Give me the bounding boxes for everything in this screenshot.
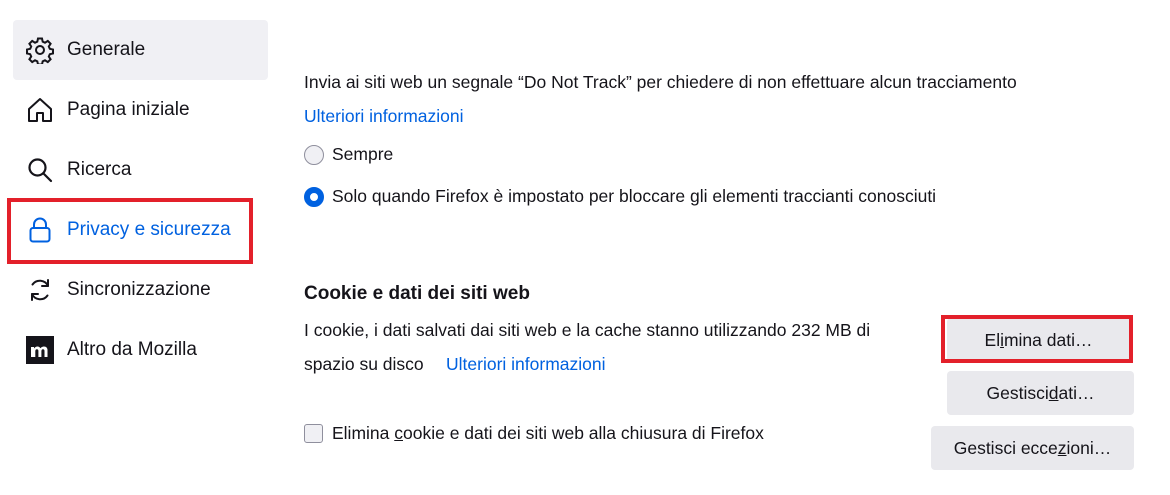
accesskey: z (1057, 437, 1067, 458)
sidebar-item-sincronizzazione[interactable]: Sincronizzazione (13, 260, 268, 320)
cookies-usage-line2: spazio su disco (304, 354, 424, 374)
sync-icon (25, 275, 55, 305)
cookies-section-title: Cookie e dati dei siti web (304, 283, 530, 304)
gear-icon (25, 35, 55, 65)
home-icon (25, 95, 55, 125)
dnt-description: Invia ai siti web un segnale “Do Not Tra… (304, 72, 1017, 92)
sidebar-item-altro-da-mozilla[interactable]: Altro da Mozilla (13, 320, 268, 380)
sidebar-item-label: Ricerca (67, 159, 132, 180)
label-part: ookie e dati dei siti web alla chiusura … (403, 423, 764, 443)
sidebar-item-label: Altro da Mozilla (67, 339, 197, 360)
main-content: Invia ai siti web un segnale “Do Not Tra… (304, 0, 1144, 495)
manage-exceptions-button[interactable]: Gestisci ecce z ioni… (931, 426, 1134, 470)
sidebar: Generale Pagina iniziale Ricerca Privacy… (0, 0, 280, 495)
cookies-usage-line1: I cookie, i dati salvati dai siti web e … (304, 320, 871, 340)
delete-on-close-checkbox[interactable] (304, 424, 323, 443)
sidebar-item-label: Pagina iniziale (67, 99, 190, 120)
label-part: ioni… (1066, 437, 1112, 458)
label-part: Gestisci (986, 382, 1049, 403)
label-part: Elimina (332, 423, 395, 443)
sidebar-item-pagina-iniziale[interactable]: Pagina iniziale (13, 80, 268, 140)
accesskey: d (1048, 382, 1059, 403)
label-part: Gestisci ecce (953, 437, 1058, 458)
dnt-radio-when-blocking-label[interactable]: Solo quando Firefox è impostato per bloc… (332, 186, 936, 207)
clear-data-highlight-box (941, 315, 1133, 363)
cookies-learn-more-link[interactable]: Ulteriori informazioni (446, 354, 606, 375)
sidebar-item-label: Generale (67, 39, 146, 60)
accesskey: c (394, 423, 403, 443)
manage-data-button[interactable]: Gestisci d ati… (947, 371, 1134, 415)
privacy-highlight-box (7, 198, 253, 264)
dnt-learn-more-link[interactable]: Ulteriori informazioni (304, 106, 464, 127)
label-part: ati… (1058, 382, 1095, 403)
delete-on-close-label[interactable]: Elimina cookie e dati dei siti web alla … (332, 423, 764, 444)
mozilla-logo-icon (25, 335, 55, 365)
sidebar-item-label: Sincronizzazione (67, 279, 211, 300)
sidebar-item-generale[interactable]: Generale (13, 20, 268, 80)
search-icon (25, 155, 55, 185)
dnt-radio-always[interactable] (304, 145, 324, 165)
sidebar-item-ricerca[interactable]: Ricerca (13, 140, 268, 200)
dnt-radio-always-label[interactable]: Sempre (332, 144, 393, 165)
dnt-radio-when-blocking[interactable] (304, 187, 324, 207)
